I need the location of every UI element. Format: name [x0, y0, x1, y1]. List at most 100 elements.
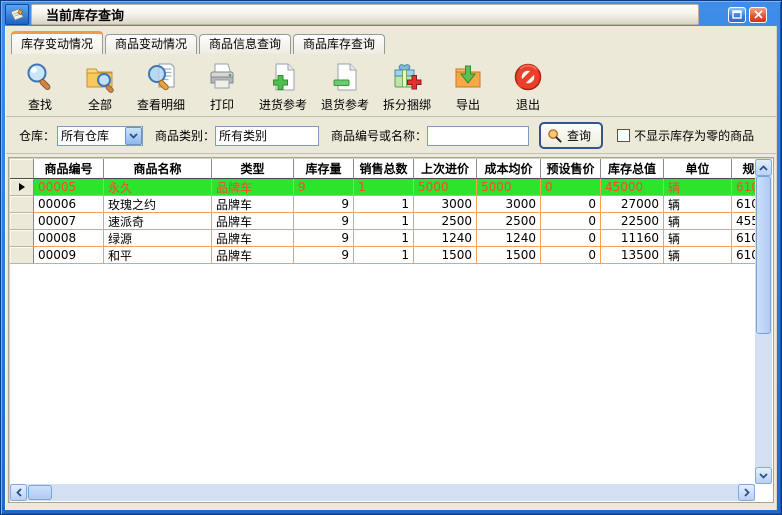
cell[interactable]: 和平 — [104, 247, 212, 264]
cell[interactable]: 辆 — [664, 196, 732, 213]
cell[interactable]: 610mm — [732, 230, 755, 247]
column-header-5[interactable]: 上次进价 — [414, 159, 477, 179]
cell[interactable]: 辆 — [664, 230, 732, 247]
warehouse-select[interactable]: 所有仓库 — [57, 126, 143, 146]
vertical-scrollbar[interactable] — [755, 159, 772, 484]
column-header-7[interactable]: 预设售价 — [541, 159, 601, 179]
cell[interactable]: 1240 — [414, 230, 477, 247]
column-header-4[interactable]: 销售总数 — [354, 159, 414, 179]
cell[interactable]: 1500 — [477, 247, 541, 264]
cell[interactable]: 9 — [294, 230, 354, 247]
row-indicator[interactable] — [10, 196, 34, 213]
cell[interactable]: 2500 — [477, 213, 541, 230]
query-button[interactable]: 查询 — [539, 122, 603, 149]
tab-0[interactable]: 库存变动情况 — [11, 31, 103, 54]
cell[interactable]: 0 — [541, 213, 601, 230]
cell[interactable]: 455mm — [732, 213, 755, 230]
cell[interactable]: 5000 — [414, 179, 477, 196]
cell[interactable]: 00005 — [34, 179, 104, 196]
table-row[interactable]: 00005永久品牌车9150005000045000辆610mm — [10, 179, 755, 196]
cell[interactable]: 1240 — [477, 230, 541, 247]
cell[interactable]: 绿源 — [104, 230, 212, 247]
row-indicator[interactable] — [10, 179, 34, 196]
cell[interactable]: 1 — [354, 247, 414, 264]
purchase-ref-button[interactable]: 进货参考 — [259, 60, 307, 113]
column-header-2[interactable]: 类型 — [212, 159, 294, 179]
cell[interactable]: 品牌车 — [212, 213, 294, 230]
cell[interactable]: 0 — [541, 247, 601, 264]
chevron-down-icon[interactable] — [125, 127, 142, 145]
cell[interactable]: 品牌车 — [212, 179, 294, 196]
scroll-right-icon[interactable] — [738, 484, 755, 501]
cell[interactable]: 610mm — [732, 247, 755, 264]
cell[interactable]: 11160 — [601, 230, 664, 247]
cell[interactable]: 1 — [354, 230, 414, 247]
category-input[interactable] — [215, 126, 319, 146]
cell[interactable]: 13500 — [601, 247, 664, 264]
cell[interactable]: 22500 — [601, 213, 664, 230]
scroll-left-icon[interactable] — [10, 484, 27, 501]
cell[interactable]: 品牌车 — [212, 196, 294, 213]
cell[interactable]: 45000 — [601, 179, 664, 196]
cell[interactable]: 27000 — [601, 196, 664, 213]
keyword-input[interactable] — [427, 126, 529, 146]
row-indicator[interactable] — [10, 213, 34, 230]
column-header-9[interactable]: 单位 — [664, 159, 732, 179]
cell[interactable]: 1 — [354, 196, 414, 213]
view-detail-button[interactable]: 查看明细 — [137, 60, 185, 113]
table-row[interactable]: 00009和平品牌车9115001500013500辆610mm — [10, 247, 755, 264]
cell[interactable]: 9 — [294, 213, 354, 230]
row-indicator[interactable] — [10, 247, 34, 264]
cell[interactable]: 3000 — [477, 196, 541, 213]
close-button[interactable] — [749, 7, 767, 23]
cell[interactable]: 00007 — [34, 213, 104, 230]
cell[interactable]: 辆 — [664, 213, 732, 230]
find-button[interactable]: 查找 — [17, 60, 63, 113]
table-row[interactable]: 00007速派奇品牌车9125002500022500辆455mm — [10, 213, 755, 230]
tab-2[interactable]: 商品信息查询 — [199, 34, 291, 54]
horizontal-scroll-thumb[interactable] — [28, 485, 52, 500]
tab-1[interactable]: 商品变动情况 — [105, 34, 197, 54]
cell[interactable]: 品牌车 — [212, 247, 294, 264]
vertical-scroll-thumb[interactable] — [756, 176, 771, 334]
scroll-up-icon[interactable] — [755, 159, 772, 176]
cell[interactable]: 永久 — [104, 179, 212, 196]
cell[interactable]: 610mm — [732, 196, 755, 213]
cell[interactable]: 0 — [541, 230, 601, 247]
cell[interactable]: 3000 — [414, 196, 477, 213]
print-button[interactable]: 打印 — [199, 60, 245, 113]
cell[interactable]: 辆 — [664, 247, 732, 264]
cell[interactable]: 1 — [354, 213, 414, 230]
row-indicator[interactable] — [10, 230, 34, 247]
cell[interactable]: 5000 — [477, 179, 541, 196]
all-button[interactable]: 全部 — [77, 60, 123, 113]
horizontal-scrollbar[interactable] — [10, 484, 755, 501]
cell[interactable]: 品牌车 — [212, 230, 294, 247]
cell[interactable]: 9 — [294, 247, 354, 264]
cell[interactable]: 速派奇 — [104, 213, 212, 230]
table-row[interactable]: 00008绿源品牌车9112401240011160辆610mm — [10, 230, 755, 247]
cell[interactable]: 0 — [541, 179, 601, 196]
export-button[interactable]: 导出 — [445, 60, 491, 113]
split-bundle-button[interactable]: 拆分捆绑 — [383, 60, 431, 113]
cell[interactable]: 00009 — [34, 247, 104, 264]
column-header-0[interactable]: 商品编号 — [34, 159, 104, 179]
column-header-10[interactable]: 规格型号 — [732, 159, 755, 179]
cell[interactable]: 辆 — [664, 179, 732, 196]
cell[interactable]: 9 — [294, 179, 354, 196]
exit-button[interactable]: 退出 — [505, 60, 551, 113]
table-row[interactable]: 00006玫瑰之约品牌车9130003000027000辆610mm — [10, 196, 755, 213]
column-header-8[interactable]: 库存总值 — [601, 159, 664, 179]
scroll-down-icon[interactable] — [755, 467, 772, 484]
cell[interactable]: 00006 — [34, 196, 104, 213]
cell[interactable]: 1 — [354, 179, 414, 196]
column-header-1[interactable]: 商品名称 — [104, 159, 212, 179]
cell[interactable]: 玫瑰之约 — [104, 196, 212, 213]
cell[interactable]: 9 — [294, 196, 354, 213]
cell[interactable]: 2500 — [414, 213, 477, 230]
cell[interactable]: 1500 — [414, 247, 477, 264]
cell[interactable]: 610mm — [732, 179, 755, 196]
hide-zero-checkbox[interactable] — [617, 129, 630, 142]
column-header-6[interactable]: 成本均价 — [477, 159, 541, 179]
tab-3[interactable]: 商品库存查询 — [293, 34, 385, 54]
